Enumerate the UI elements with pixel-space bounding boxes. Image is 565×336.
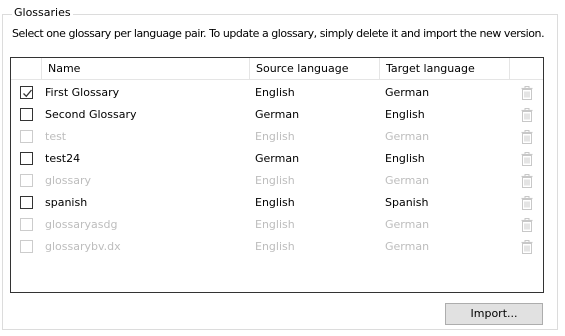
cell-source-language: English xyxy=(255,130,295,143)
table-row[interactable]: Second Glossary German English xyxy=(11,104,543,126)
trash-icon[interactable] xyxy=(521,218,533,232)
table-row[interactable]: glossaryasdg English German xyxy=(11,214,543,236)
cell-name: glossarybv.dx xyxy=(45,240,121,253)
cell-target-language: German xyxy=(385,240,430,253)
cell-source-language: English xyxy=(255,196,295,209)
row-checkbox[interactable] xyxy=(20,152,33,165)
cell-source-language: German xyxy=(255,152,300,165)
trash-icon[interactable] xyxy=(521,196,533,210)
header-name[interactable]: Name xyxy=(42,58,250,80)
cell-target-language: German xyxy=(385,174,430,187)
table-row[interactable]: test24 German English xyxy=(11,148,543,170)
trash-icon[interactable] xyxy=(521,174,533,188)
row-checkbox[interactable] xyxy=(20,86,33,99)
cell-source-language: English xyxy=(255,240,295,253)
groupbox-title: Glossaries xyxy=(12,6,73,20)
cell-target-language: English xyxy=(385,152,425,165)
table-row[interactable]: glossary English German xyxy=(11,170,543,192)
cell-target-language: Spanish xyxy=(385,196,429,209)
cell-name: First Glossary xyxy=(45,86,120,99)
cell-name: spanish xyxy=(45,196,88,209)
cell-source-language: English xyxy=(255,86,295,99)
cell-name: Second Glossary xyxy=(45,108,137,121)
header-source-language[interactable]: Source language xyxy=(250,58,380,80)
row-checkbox xyxy=(20,218,33,231)
cell-name: glossaryasdg xyxy=(45,218,118,231)
trash-icon[interactable] xyxy=(521,86,533,100)
table-row[interactable]: spanish English Spanish xyxy=(11,192,543,214)
row-checkbox xyxy=(20,130,33,143)
row-checkbox[interactable] xyxy=(20,196,33,209)
checkmark-icon xyxy=(23,89,33,98)
cell-source-language: English xyxy=(255,218,295,231)
import-button[interactable]: Import... xyxy=(445,303,543,325)
cell-target-language: German xyxy=(385,86,430,99)
trash-icon[interactable] xyxy=(521,108,533,122)
trash-icon[interactable] xyxy=(521,130,533,144)
trash-icon[interactable] xyxy=(521,152,533,166)
table-row[interactable]: First Glossary English German xyxy=(11,82,543,104)
glossary-list: Name Source language Target language Fir… xyxy=(10,57,544,293)
header-target-language[interactable]: Target language xyxy=(380,58,510,80)
cell-target-language: German xyxy=(385,218,430,231)
cell-name: glossary xyxy=(45,174,92,187)
row-checkbox xyxy=(20,174,33,187)
row-checkbox xyxy=(20,240,33,253)
groupbox-description: Select one glossary per language pair. T… xyxy=(12,27,545,40)
cell-name: test24 xyxy=(45,152,81,165)
header-checkbox-column xyxy=(11,58,42,80)
list-header: Name Source language Target language xyxy=(11,58,543,80)
table-row[interactable]: glossarybv.dx English German xyxy=(11,236,543,258)
cell-target-language: German xyxy=(385,130,430,143)
cell-name: test xyxy=(45,130,67,143)
cell-source-language: German xyxy=(255,108,300,121)
cell-source-language: English xyxy=(255,174,295,187)
cell-target-language: English xyxy=(385,108,425,121)
table-row[interactable]: test English German xyxy=(11,126,543,148)
trash-icon[interactable] xyxy=(521,240,533,254)
row-checkbox[interactable] xyxy=(20,108,33,121)
